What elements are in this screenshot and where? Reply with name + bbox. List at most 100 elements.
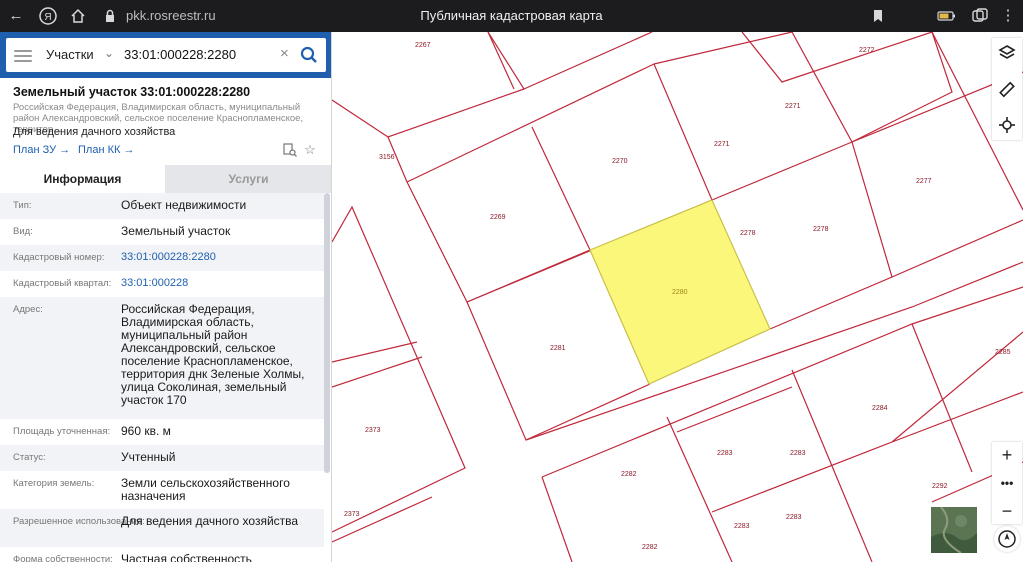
parcel-boundary — [653, 32, 793, 65]
bookmark-icon[interactable] — [868, 6, 888, 26]
info-row-value: Российская Федерация, Владимирская облас… — [121, 302, 305, 407]
parcel-label: 2282 — [621, 471, 637, 478]
parcel-boundary — [523, 32, 653, 90]
info-row-label: Адрес: — [13, 304, 43, 315]
parcel-boundary — [741, 32, 933, 83]
dots-menu-icon[interactable]: ⋮ — [998, 6, 1018, 26]
parcel-label: 2269 — [490, 214, 506, 221]
search-icon[interactable] — [298, 44, 320, 66]
parcel-boundary — [911, 323, 973, 473]
parcel-map[interactable]: 2267 2272 3156 2271 2271 2270 2277 2269 … — [332, 32, 1023, 562]
parcel-boundary — [332, 356, 423, 388]
info-row: Площадь уточненная: 960 кв. м — [0, 419, 324, 445]
parcel-label: 2271 — [785, 103, 801, 110]
panel-scrollbar[interactable] — [324, 193, 330, 473]
document-search-icon[interactable] — [282, 142, 298, 158]
parcel-boundary — [541, 476, 573, 562]
search-header: Участки ⌄ 33:01:000228:2280 × ‹ — [0, 32, 331, 78]
parcel-boundary — [891, 219, 1023, 278]
info-panel: Участки ⌄ 33:01:000228:2280 × ‹ Земельны… — [0, 32, 332, 562]
arrow-left-icon[interactable]: ← — [6, 6, 26, 26]
chevron-down-icon[interactable]: ⌄ — [104, 46, 114, 60]
compass-icon[interactable] — [994, 526, 1020, 552]
parcel-label: 2278 — [740, 230, 756, 237]
info-row-link[interactable]: 33:01:000228:2280 — [121, 251, 316, 264]
svg-text:Я: Я — [44, 12, 51, 23]
info-row-label: Форма собственности: — [13, 554, 113, 562]
info-row: Кадастровый номер: 33:01:000228:2280 — [0, 245, 324, 271]
plan-zu-link[interactable]: План ЗУ → — [13, 144, 70, 156]
layers-icon[interactable] — [994, 40, 1020, 66]
ruler-icon[interactable] — [994, 76, 1020, 102]
info-row: Адрес: Российская Федерация, Владимирская… — [0, 297, 324, 419]
parcel-label: 2272 — [859, 47, 875, 54]
browser-bar: ← Я pkk.rosreestr.ru Публичная кадастров… — [0, 0, 1023, 32]
locate-icon[interactable] — [994, 112, 1020, 138]
lock-icon — [100, 6, 120, 26]
parcel-label: 2292 — [932, 483, 948, 490]
parcel-label: 2373 — [344, 511, 360, 518]
info-row: Вид: Земельный участок — [0, 219, 324, 245]
info-row-label: Кадастровый квартал: — [13, 278, 112, 289]
parcel-label: 2277 — [916, 178, 932, 185]
cadastral-map[interactable]: 2267 2272 3156 2271 2271 2270 2277 2269 … — [332, 32, 1023, 562]
parcel-label: 2267 — [415, 42, 431, 49]
zoom-out-icon[interactable]: − — [994, 498, 1020, 524]
parcel-label: 2283 — [790, 450, 806, 457]
more-icon[interactable]: ••• — [994, 470, 1020, 496]
parcel-label: 2280 — [672, 289, 688, 296]
search-category[interactable]: Участки — [46, 47, 94, 62]
battery-icon — [936, 6, 956, 26]
address-bar[interactable]: pkk.rosreestr.ru — [126, 8, 216, 23]
plan-kk-link[interactable]: План КК → — [78, 144, 134, 156]
info-row-value: Частная собственность — [121, 552, 252, 562]
info-row-label: Тип: — [13, 200, 32, 211]
info-row-value: Учтенный — [121, 450, 176, 464]
zoom-controls: + ••• − — [992, 442, 1022, 524]
parcel-boundary — [666, 416, 733, 562]
home-icon[interactable] — [68, 6, 88, 26]
info-row-label: Статус: — [13, 452, 46, 463]
parcel-boundary — [466, 249, 591, 303]
parcel-boundary — [676, 386, 793, 433]
info-row: Разрешенное использование: Для ведения да… — [0, 509, 324, 547]
info-row-label: Категория земель: — [13, 478, 95, 489]
parcel-label: 2284 — [872, 405, 888, 412]
hamburger-icon[interactable] — [14, 47, 32, 63]
info-row-link[interactable]: 33:01:000228 — [121, 277, 316, 290]
parcel-label: 3156 — [379, 154, 395, 161]
parcel-label: 2281 — [550, 345, 566, 352]
info-row-value: Объект недвижимости — [121, 198, 247, 212]
info-row-value: 960 кв. м — [121, 424, 171, 438]
object-use: Для ведения дачного хозяйства — [13, 126, 176, 138]
object-title: Земельный участок 33:01:000228:2280 — [13, 85, 251, 99]
tab-info[interactable]: Информация — [0, 165, 165, 193]
zoom-in-icon[interactable]: + — [994, 442, 1020, 468]
info-row: Форма собственности: Частная собственност… — [0, 547, 324, 562]
parcel-label: 2271 — [714, 141, 730, 148]
info-row-value: Для ведения дачного хозяйства — [121, 514, 299, 528]
map-tools — [992, 38, 1022, 140]
tabs-icon[interactable] — [970, 6, 990, 26]
satellite-minimap[interactable] — [930, 506, 978, 554]
parcel-label: 2278 — [813, 226, 829, 233]
yandex-logo-icon[interactable]: Я — [38, 6, 58, 26]
search-bar[interactable]: Участки ⌄ 33:01:000228:2280 × — [6, 38, 326, 72]
info-row-label: Кадастровый номер: — [13, 252, 105, 263]
star-icon[interactable]: ☆ — [302, 142, 318, 158]
info-row: Кадастровый квартал: 33:01:000228 — [0, 271, 324, 297]
tab-bar: Информация Услуги — [0, 165, 331, 193]
parcel-boundary — [487, 32, 515, 90]
search-input[interactable]: 33:01:000228:2280 — [124, 47, 236, 62]
parcel-label: 2283 — [734, 523, 750, 530]
parcel-boundary — [531, 126, 591, 251]
tab-services[interactable]: Услуги — [165, 165, 331, 193]
parcel-label: 2285 — [995, 349, 1011, 356]
parcel-boundary — [332, 341, 418, 363]
info-row: Категория земель: Земли сельскохозяйствен… — [0, 471, 324, 509]
info-row-label: Вид: — [13, 226, 33, 237]
parcel-label: 2373 — [365, 427, 381, 434]
parcel-boundary — [332, 205, 466, 533]
close-icon[interactable]: × — [280, 45, 289, 62]
info-row: Статус: Учтенный — [0, 445, 324, 471]
